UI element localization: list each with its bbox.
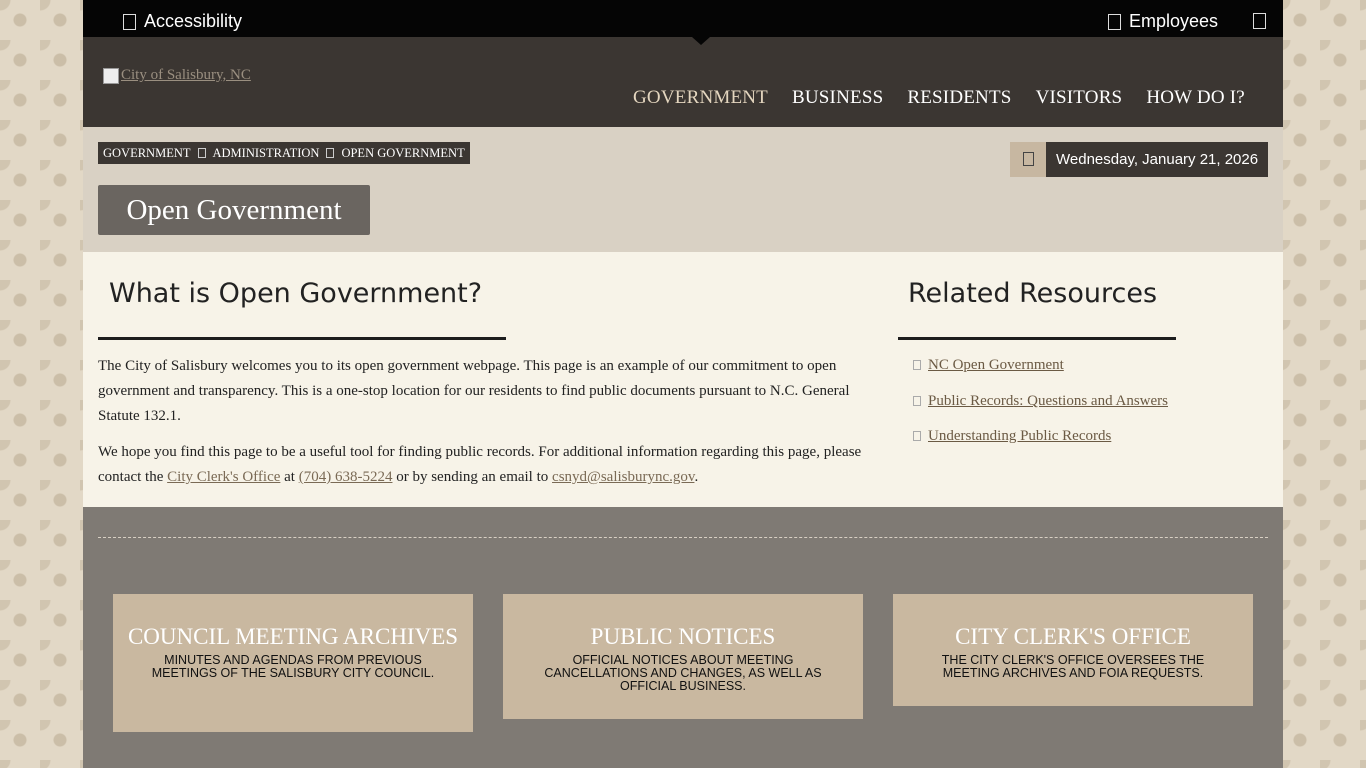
card-description: OFFICIAL NOTICES ABOUT MEETING CANCELLAT… [544, 653, 822, 693]
header-notch [692, 37, 710, 45]
logo-link[interactable]: City of Salisbury, NC [121, 67, 251, 84]
card-public-notices[interactable]: PUBLIC NOTICES OFFICIAL NOTICES ABOUT ME… [503, 594, 863, 719]
breadcrumb-open-government: OPEN GOVERNMENT [341, 145, 465, 160]
breadcrumb-separator-icon [326, 148, 335, 158]
breadcrumb-government[interactable]: GOVERNMENT [103, 146, 191, 161]
nav-government[interactable]: GOVERNMENT [633, 87, 768, 109]
card-council-meeting-archives[interactable]: COUNCIL MEETING ARCHIVES MINUTES AND AGE… [113, 594, 473, 732]
site-header: City of Salisbury, NC GOVERNMENT BUSINES… [83, 37, 1283, 127]
intro-paragraph: The City of Salisbury welcomes you to it… [98, 358, 850, 424]
contact-text-mid: or by sending an email to [392, 469, 553, 485]
title-band: GOVERNMENT ADMINISTRATION OPEN GOVERNMEN… [83, 127, 1283, 252]
nav-business[interactable]: BUSINESS [792, 87, 883, 109]
search-toggle-icon[interactable] [1253, 13, 1266, 29]
utility-bar: Accessibility Employees [83, 0, 1283, 37]
related-item: NC Open Government [913, 357, 1064, 374]
promo-section: COUNCIL MEETING ARCHIVES MINUTES AND AGE… [83, 507, 1283, 768]
date-display: Wednesday, January 21, 2026 [1010, 142, 1269, 177]
related-link-public-records-qa[interactable]: Public Records: Questions and Answers [928, 393, 1168, 410]
current-date: Wednesday, January 21, 2026 [1046, 142, 1269, 177]
broken-image-icon [103, 67, 119, 84]
bullet-icon [913, 431, 921, 441]
contact-text-at: at [280, 469, 299, 485]
related-item: Understanding Public Records [913, 428, 1111, 445]
card-title: CITY CLERK'S OFFICE [955, 624, 1191, 649]
page-title: Open Government [98, 185, 370, 235]
bullet-icon [913, 360, 921, 370]
card-city-clerks-office[interactable]: CITY CLERK'S OFFICE THE CITY CLERK'S OFF… [893, 594, 1253, 706]
related-rule [898, 337, 1176, 340]
bullet-icon [913, 396, 921, 406]
breadcrumb-separator-icon [197, 148, 206, 158]
breadcrumb: GOVERNMENT ADMINISTRATION OPEN GOVERNMEN… [98, 142, 470, 164]
nav-residents[interactable]: RESIDENTS [907, 87, 1011, 109]
employees-label: Employees [1129, 11, 1219, 31]
accessibility-link[interactable]: Accessibility [123, 11, 242, 32]
card-title: PUBLIC NOTICES [590, 624, 776, 649]
page-wrapper: Accessibility Employees City of Salisbur… [83, 0, 1283, 768]
employees-icon [1108, 13, 1121, 30]
site-logo[interactable]: City of Salisbury, NC [103, 67, 251, 84]
contact-text-end: . [694, 469, 699, 485]
calendar-icon [1010, 142, 1046, 177]
card-title: COUNCIL MEETING ARCHIVES [127, 624, 459, 649]
breadcrumb-administration[interactable]: ADMINISTRATION [213, 146, 320, 161]
nav-visitors[interactable]: VISITORS [1036, 87, 1123, 109]
accessibility-icon [123, 13, 136, 30]
email-link[interactable]: csnyd@salisburync.gov [552, 469, 694, 485]
dashed-divider [98, 537, 1268, 538]
employees-link[interactable]: Employees [1108, 11, 1218, 32]
related-item: Public Records: Questions and Answers [913, 393, 1168, 410]
main-nav: GOVERNMENT BUSINESS RESIDENTS VISITORS H… [633, 87, 1245, 109]
related-link-nc-open-government[interactable]: NC Open Government [928, 357, 1064, 374]
nav-how-do-i[interactable]: HOW DO I? [1146, 87, 1245, 109]
related-link-understanding-public-records[interactable]: Understanding Public Records [928, 428, 1111, 445]
main-content: What is Open Government? The City of Sal… [83, 252, 1283, 507]
heading-rule [98, 337, 506, 340]
contact-paragraph: We hope you find this page to be a usefu… [98, 440, 863, 490]
main-heading: What is Open Government? [109, 278, 483, 309]
phone-link[interactable]: (704) 638-5224 [299, 469, 393, 485]
related-heading: Related Resources [908, 278, 1158, 309]
city-clerk-link[interactable]: City Clerk's Office [167, 469, 280, 485]
card-description: THE CITY CLERK'S OFFICE OVERSEES THE MEE… [941, 653, 1205, 680]
accessibility-label: Accessibility [144, 11, 243, 31]
card-description: MINUTES AND AGENDAS FROM PREVIOUS MEETIN… [151, 653, 435, 680]
